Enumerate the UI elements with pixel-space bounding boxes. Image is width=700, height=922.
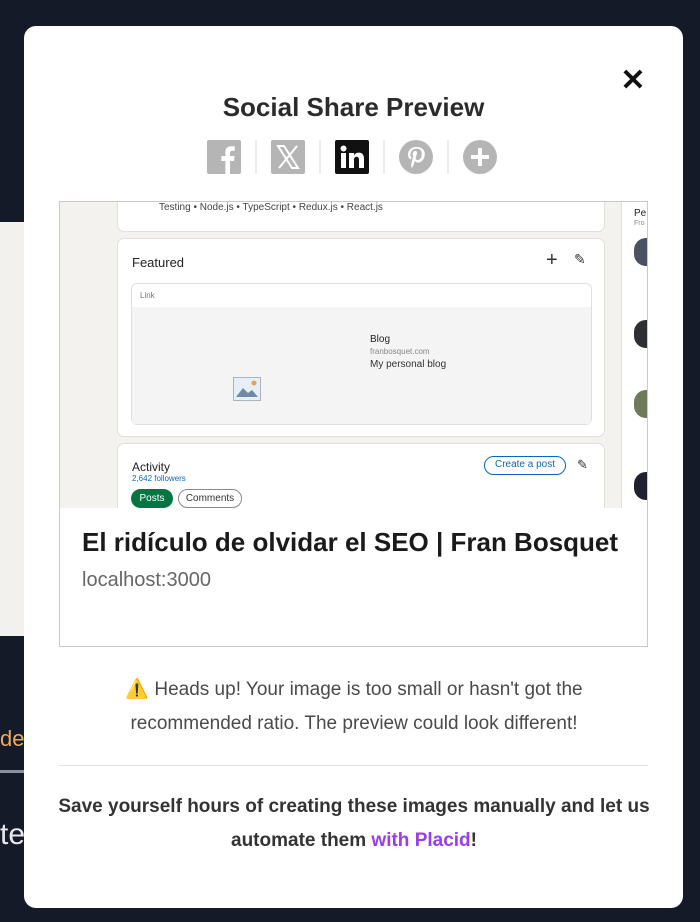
avatar [634,320,647,348]
sidebar-heading: Pe [634,208,647,219]
share-preview-card: Testing • Node.js • TypeScript • Redux.j… [59,201,648,647]
separator [447,140,449,174]
image-placeholder-icon [233,377,261,401]
cta-text: Save yourself hours of creating these im… [58,796,650,851]
skills-text: Testing • Node.js • TypeScript • Redux.j… [159,202,383,213]
preview-title: El ridículo de olvidar el SEO | Fran Bos… [82,527,619,557]
linkedin-icon[interactable] [334,139,370,175]
plus-icon: + [546,249,558,271]
placid-link[interactable]: with Placid [371,830,470,851]
add-icon[interactable] [462,139,498,175]
profile-skills-card: Testing • Node.js • TypeScript • Redux.j… [117,202,605,232]
separator [255,140,257,174]
modal-title: Social Share Preview [222,92,485,122]
warning-text: Heads up! Your image is too small or has… [130,679,583,734]
link-card-body: Blog franbosquet.com My personal blog [132,307,591,424]
background-divider [0,770,24,773]
preview-domain: localhost:3000 [82,569,211,591]
avatar [634,390,647,418]
create-post-button: Create a post [484,456,566,475]
pencil-icon: ✎ [577,457,588,472]
avatar [634,238,647,266]
activity-title: Activity [132,460,171,474]
sidebar-subheading: Fro [634,220,645,227]
featured-link-card: Link Blog franbosquet.com My personal bl… [131,283,592,425]
blog-title: Blog [370,334,391,345]
activity-section: Activity 2,642 followers Create a post ✎… [117,443,605,508]
posts-tab: Posts [131,489,173,508]
people-sidebar: Pe Fro [621,202,647,508]
facebook-icon[interactable] [206,139,242,175]
followers-count: 2,642 followers [132,474,186,483]
divider [59,765,648,766]
separator [319,140,321,174]
placid-cta: Save yourself hours of creating these im… [54,790,654,858]
blog-description: My personal blog [370,359,447,370]
social-share-modal: Social Share Preview ✕ Testing • Node.js… [24,26,683,908]
image-size-warning: ⚠️ Heads up! Your image is too small or … [74,673,634,741]
preview-text: El ridículo de olvidar el SEO | Fran Bos… [60,508,647,592]
share-platform-tabs [206,138,498,176]
background-text-fragment: de [0,726,25,751]
blog-url: franbosquet.com [370,347,430,356]
featured-section: Featured + ✎ Link Blog franbosquet.com M… [117,238,605,437]
close-icon[interactable]: ✕ [620,66,646,96]
comments-tab: Comments [178,489,242,508]
pinterest-icon[interactable] [398,139,434,175]
warning-icon: ⚠️ [125,679,150,700]
featured-title: Featured [132,255,185,270]
avatar [634,472,647,500]
x-twitter-icon[interactable] [270,139,306,175]
cta-text-end: ! [470,830,477,851]
separator [383,140,385,174]
preview-image: Testing • Node.js • TypeScript • Redux.j… [60,202,647,508]
background-text-fragment: te [0,818,26,851]
background-page-panel [0,222,24,636]
pencil-icon: ✎ [574,251,586,267]
link-label: Link [140,291,155,300]
